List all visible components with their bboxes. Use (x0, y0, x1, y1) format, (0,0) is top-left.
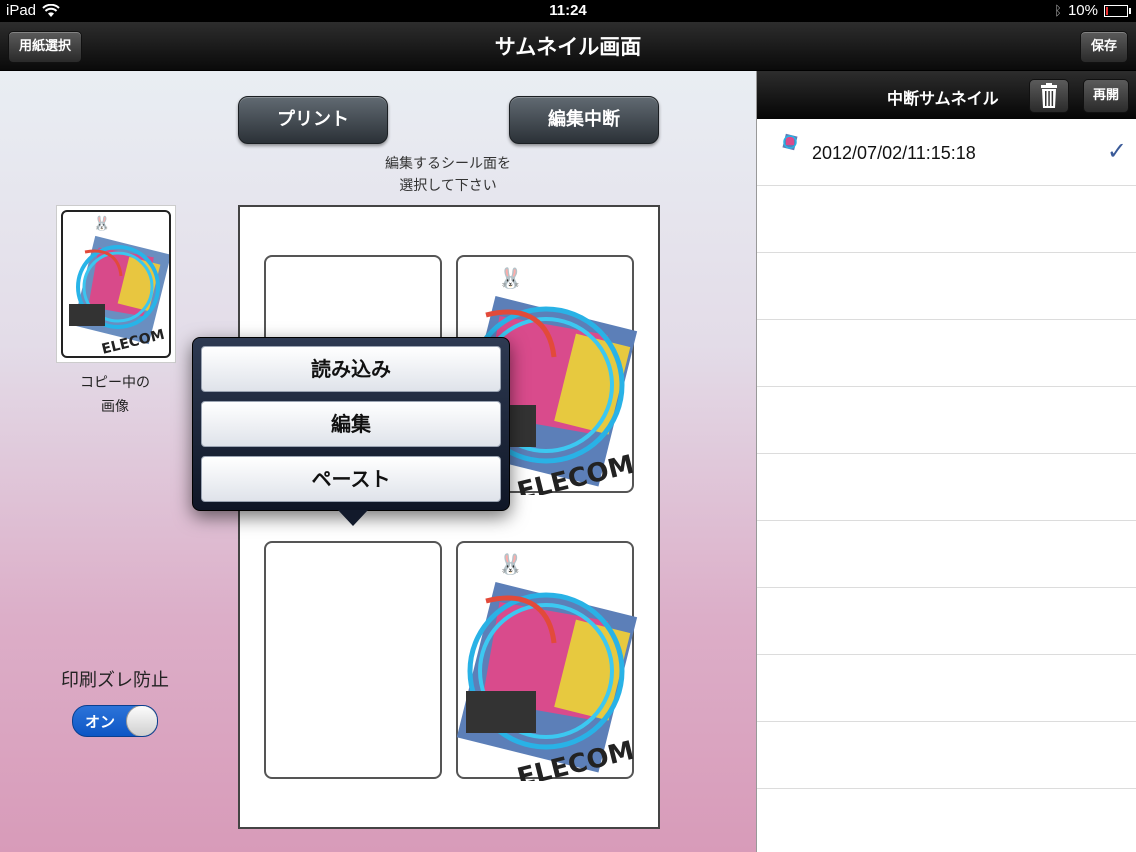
sticker-sheet: ELECOM 🐰 ELECOM 🐰 (238, 205, 660, 829)
battery-percent: 10% (1067, 2, 1098, 19)
copied-image-thumbnail[interactable]: ELECOM 🐰 (56, 205, 176, 363)
empty-row (757, 655, 1136, 722)
bluetooth-icon: ᛒ (1054, 3, 1062, 18)
edit-menu-item[interactable]: 編集 (201, 401, 501, 447)
paste-menu-item[interactable]: ペースト (201, 456, 501, 502)
trash-icon (1041, 83, 1057, 108)
empty-row (757, 722, 1136, 789)
empty-row (757, 521, 1136, 588)
clock: 11:24 (549, 2, 587, 19)
load-menu-item[interactable]: 読み込み (201, 346, 501, 392)
instruction-line-1: 編集するシール面を (385, 156, 511, 172)
suspended-thumbnails-panel: 中断サムネイル 再開 2012/07/02/11:15:18 ✓ (756, 71, 1136, 852)
page-title: サムネイル画面 (494, 35, 642, 59)
status-bar: iPad 11:24 ᛒ 10% (0, 0, 1136, 22)
print-button[interactable]: プリント (238, 96, 388, 144)
empty-row (757, 186, 1136, 253)
toggle-knob[interactable] (126, 706, 157, 736)
copied-image-art: ELECOM 🐰 (69, 215, 169, 356)
popover-arrow (338, 510, 368, 526)
misprint-prevention-label: 印刷ズレ防止 (61, 670, 169, 691)
suspended-header: 中断サムネイル 再開 (757, 71, 1136, 119)
empty-row (757, 320, 1136, 387)
trash-button[interactable] (1029, 79, 1069, 113)
instruction-text: 編集するシール面を 選択して下さい (340, 153, 556, 197)
copied-label-line-2: 画像 (101, 399, 129, 415)
resume-button[interactable]: 再開 (1083, 79, 1129, 113)
sticker-4-art: ELECOM 🐰 (456, 552, 637, 781)
svg-text:🐰: 🐰 (498, 552, 523, 576)
checkmark-icon: ✓ (1106, 137, 1127, 165)
sticker-slot-3[interactable] (264, 541, 442, 779)
sticker-slot-4[interactable]: ELECOM 🐰 (456, 541, 637, 781)
suspend-edit-button[interactable]: 編集中断 (509, 96, 659, 144)
slot-action-popover: 読み込み 編集 ペースト (192, 337, 510, 526)
thumbnail-icon (782, 133, 798, 151)
empty-row (757, 253, 1136, 320)
copied-image-label: コピー中の 画像 (60, 371, 170, 419)
misprint-prevention-toggle[interactable]: オン (72, 705, 158, 737)
suspended-timestamp: 2012/07/02/11:15:18 (812, 143, 976, 163)
suspended-row[interactable]: 2012/07/02/11:15:18 ✓ (757, 119, 1136, 186)
toggle-label: オン (85, 713, 116, 731)
save-button[interactable]: 保存 (1079, 31, 1128, 63)
battery-icon (1104, 4, 1131, 17)
svg-text:🐰: 🐰 (93, 215, 110, 232)
navigation-bar: 用紙選択 サムネイル画面 保存 (0, 22, 1136, 71)
svg-text:🐰: 🐰 (498, 266, 523, 290)
empty-row (757, 387, 1136, 454)
instruction-line-2: 選択して下さい (399, 178, 497, 194)
empty-row (757, 454, 1136, 521)
copied-label-line-1: コピー中の (80, 375, 150, 391)
empty-row (757, 588, 1136, 655)
suspended-title: 中断サムネイル (887, 89, 999, 108)
